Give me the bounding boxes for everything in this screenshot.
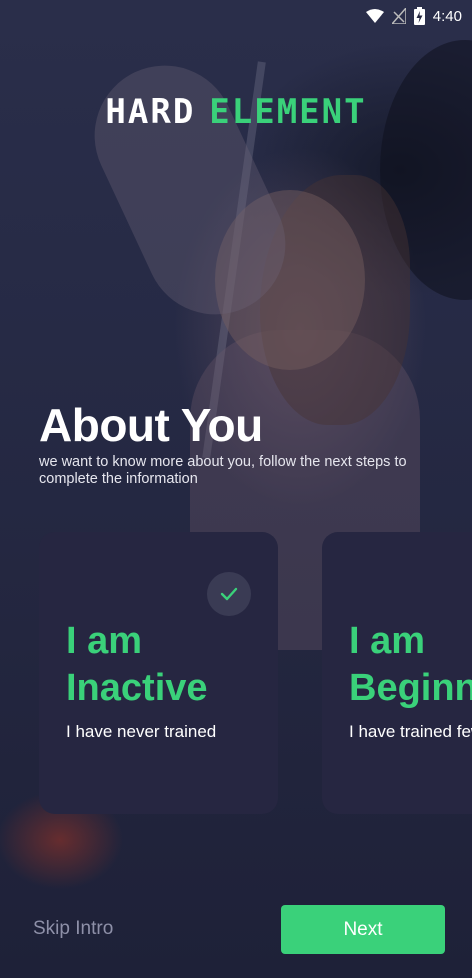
page-subtitle: we want to know more about you, follow t… — [39, 454, 407, 487]
check-icon — [207, 572, 251, 616]
signal-icon — [391, 8, 406, 24]
next-button[interactable]: Next — [281, 905, 445, 954]
card-description: I have never trained — [66, 722, 217, 741]
card-heading-line1: I am — [349, 620, 426, 662]
app-logo: HARD ELEMENT — [0, 92, 472, 132]
card-heading-line2: Inactive — [66, 667, 208, 709]
logo-word-hard: HARD — [105, 92, 196, 132]
level-card-beginner[interactable]: I am Beginner I have trained few times — [322, 532, 472, 814]
card-description: I have trained few times — [349, 722, 472, 741]
card-heading: I am Beginner — [349, 618, 472, 712]
background-photo-head — [215, 190, 365, 370]
logo-word-element: ELEMENT — [209, 92, 367, 132]
level-card-inactive[interactable]: I am Inactive I have never trained — [39, 532, 278, 814]
status-bar: 4:40 — [0, 0, 472, 32]
battery-charging-icon — [413, 7, 425, 25]
page-title: About You — [39, 399, 263, 451]
background-photo-hair — [260, 175, 410, 425]
card-heading-line1: I am — [66, 620, 143, 662]
skip-intro-button[interactable]: Skip Intro — [33, 918, 113, 940]
background-photo-arm — [71, 42, 309, 338]
status-time: 4:40 — [432, 7, 462, 25]
card-heading: I am Inactive — [66, 618, 208, 712]
onboarding-screen: 4:40 HARD ELEMENT About You we want to kn… — [0, 0, 472, 978]
wifi-icon — [365, 9, 384, 23]
background-photo-plate — [380, 40, 472, 300]
card-heading-line2: Beginner — [349, 667, 472, 709]
